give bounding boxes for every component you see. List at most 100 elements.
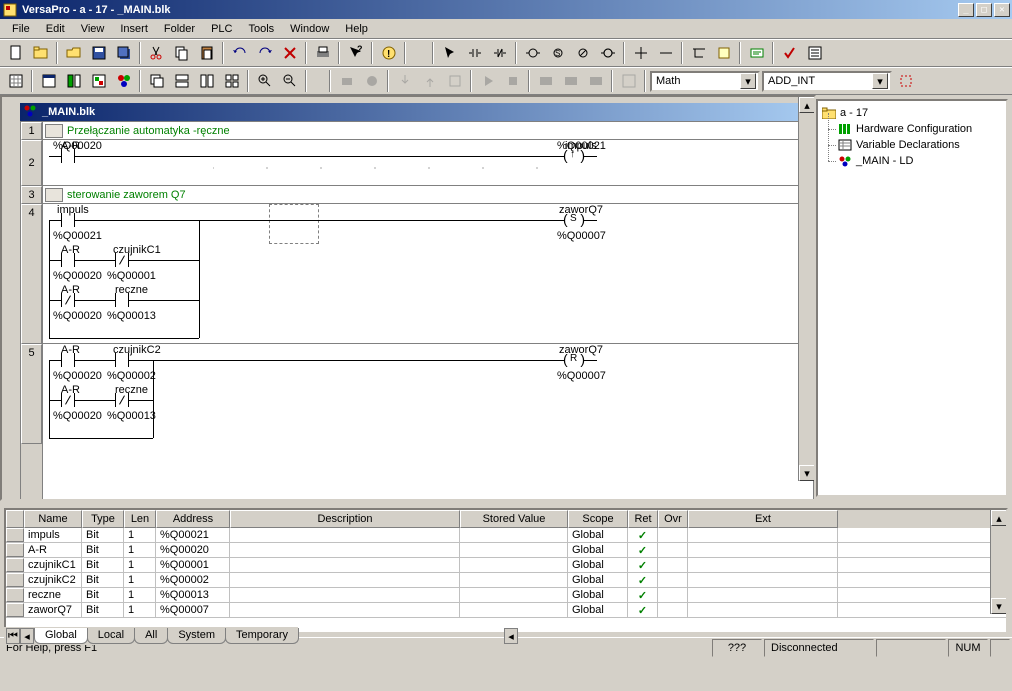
grid-vscroll[interactable]: ▴ ▾ xyxy=(990,510,1006,614)
coil-reset-button[interactable] xyxy=(571,42,594,64)
tab-all[interactable]: All xyxy=(134,628,168,644)
scroll-up-icon[interactable]: ▴ xyxy=(799,97,815,113)
minimize-button[interactable]: _ xyxy=(958,3,974,17)
col-name[interactable]: Name xyxy=(24,510,82,528)
context-help-button[interactable]: ? xyxy=(344,42,367,64)
cell-ret[interactable]: ✓ xyxy=(628,558,658,572)
cell-name[interactable]: reczne xyxy=(24,588,82,602)
variable-grid[interactable]: Name Type Len Address Description Stored… xyxy=(4,508,1008,634)
cell-address[interactable]: %Q00001 xyxy=(156,558,230,572)
cell-name[interactable]: impuls xyxy=(24,528,82,542)
cell-address[interactable]: %Q00020 xyxy=(156,543,230,557)
cell-type[interactable]: Bit xyxy=(82,573,124,587)
delete-button[interactable] xyxy=(278,42,301,64)
col-stored[interactable]: Stored Value xyxy=(460,510,568,528)
rung5-contact-rec[interactable] xyxy=(115,393,129,407)
cell-ret[interactable]: ✓ xyxy=(628,573,658,587)
info-button[interactable]: ! xyxy=(377,42,400,64)
cell-len[interactable]: 1 xyxy=(124,603,156,617)
cell-description[interactable] xyxy=(230,588,460,602)
paste-button[interactable] xyxy=(195,42,218,64)
cell-scope[interactable]: Global xyxy=(568,558,628,572)
menu-view[interactable]: View xyxy=(73,21,113,37)
row-header[interactable] xyxy=(6,588,24,602)
insert-function-button[interactable] xyxy=(894,70,917,92)
grid-row[interactable]: czujnikC2Bit1%Q00002Global✓ xyxy=(6,573,1006,588)
print-button[interactable] xyxy=(311,42,334,64)
cell-name[interactable]: czujnikC1 xyxy=(24,558,82,572)
cell-scope[interactable]: Global xyxy=(568,588,628,602)
col-scope[interactable]: Scope xyxy=(568,510,628,528)
rung5-contact-ar2[interactable] xyxy=(61,393,75,407)
chevron-down-icon[interactable]: ▾ xyxy=(740,73,756,89)
col-type[interactable]: Type xyxy=(82,510,124,528)
new-button[interactable] xyxy=(4,42,27,64)
row-num-4[interactable]: 4 xyxy=(21,204,42,344)
tab-system[interactable]: System xyxy=(167,628,226,644)
tree-item-vardecl[interactable]: Variable Declarations xyxy=(820,137,1004,153)
list-button[interactable] xyxy=(803,42,826,64)
monitor-2-button[interactable] xyxy=(559,70,582,92)
cell-ret[interactable]: ✓ xyxy=(628,588,658,602)
cell-ext[interactable] xyxy=(688,543,838,557)
tile-v-button[interactable] xyxy=(195,70,218,92)
contact-nc-button[interactable] xyxy=(488,42,511,64)
window-4-button[interactable] xyxy=(112,70,135,92)
window-3-button[interactable] xyxy=(87,70,110,92)
cell-type[interactable]: Bit xyxy=(82,588,124,602)
col-ext[interactable]: Ext xyxy=(688,510,838,528)
maximize-button[interactable]: □ xyxy=(976,3,992,17)
rung4-contact-rec[interactable] xyxy=(115,293,129,307)
cell-scope[interactable]: Global xyxy=(568,603,628,617)
cell-ovr[interactable] xyxy=(658,603,688,617)
cell-description[interactable] xyxy=(230,528,460,542)
cut-button[interactable] xyxy=(145,42,168,64)
rung5-contact-cz2[interactable] xyxy=(115,353,129,367)
menu-help[interactable]: Help xyxy=(337,21,376,37)
cell-stored[interactable] xyxy=(460,603,568,617)
cell-ext[interactable] xyxy=(688,603,838,617)
window-1-button[interactable] xyxy=(37,70,60,92)
grid-row[interactable]: reczneBit1%Q00013Global✓ xyxy=(6,588,1006,603)
window-2-button[interactable] xyxy=(62,70,85,92)
run-button[interactable] xyxy=(476,70,499,92)
hwire-button[interactable] xyxy=(654,42,677,64)
tab-global[interactable]: Global xyxy=(34,628,88,644)
tab-local[interactable]: Local xyxy=(87,628,135,644)
cell-ovr[interactable] xyxy=(658,528,688,542)
cell-description[interactable] xyxy=(230,573,460,587)
zoom-out-button[interactable] xyxy=(278,70,301,92)
monitor-3-button[interactable] xyxy=(584,70,607,92)
tree-item-hwconfig[interactable]: Hardware Configuration xyxy=(820,121,1004,137)
cell-ret[interactable]: ✓ xyxy=(628,543,658,557)
cell-ext[interactable] xyxy=(688,573,838,587)
cell-type[interactable]: Bit xyxy=(82,558,124,572)
col-ret[interactable]: Ret xyxy=(628,510,658,528)
cell-name[interactable]: A-R xyxy=(24,543,82,557)
hscroll-left[interactable]: ◂ xyxy=(504,628,518,644)
cell-len[interactable]: 1 xyxy=(124,543,156,557)
grid-row[interactable]: A-RBit1%Q00020Global✓ xyxy=(6,543,1006,558)
cell-ext[interactable] xyxy=(688,528,838,542)
ladder-editor[interactable]: Przełączanie automatyka -ręczne A-R impu… xyxy=(43,122,813,500)
stop-plc-button[interactable] xyxy=(360,70,383,92)
rung4-coil-set[interactable]: S xyxy=(565,213,583,227)
verify-button[interactable] xyxy=(443,70,466,92)
function-block-button[interactable] xyxy=(712,42,735,64)
row-num-1[interactable]: 1 xyxy=(21,122,42,140)
coil-set-button[interactable]: S xyxy=(546,42,569,64)
tab-temporary[interactable]: Temporary xyxy=(225,628,299,644)
arrange-button[interactable] xyxy=(220,70,243,92)
coil-button[interactable] xyxy=(521,42,544,64)
open-button[interactable] xyxy=(62,42,85,64)
download-button[interactable] xyxy=(393,70,416,92)
comment-button[interactable] xyxy=(745,42,768,64)
rung4-contact-cz1[interactable] xyxy=(115,253,129,267)
pointer-tool-button[interactable] xyxy=(438,42,461,64)
rung-3-comment[interactable]: sterowanie zaworem Q7 xyxy=(43,186,813,204)
undo-button[interactable] xyxy=(228,42,251,64)
scroll-down-icon[interactable]: ▾ xyxy=(991,598,1007,614)
vwire-button[interactable] xyxy=(629,42,652,64)
cell-scope[interactable]: Global xyxy=(568,573,628,587)
row-header[interactable] xyxy=(6,558,24,572)
